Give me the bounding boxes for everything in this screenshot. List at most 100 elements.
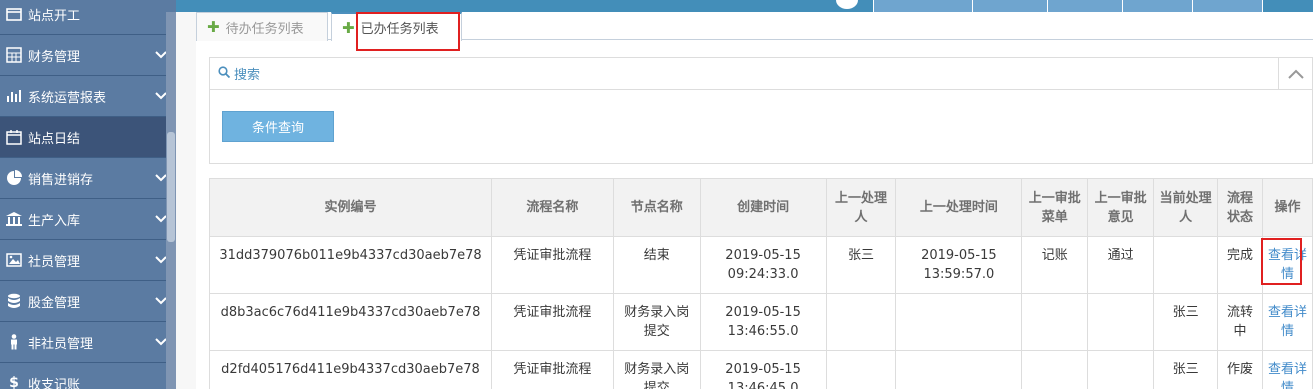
cell-prev-handler — [825, 293, 897, 351]
cell-created-time: 2019-05-15 13:46:55.0 — [699, 293, 827, 351]
cell-node-name: 财务录入岗提交 — [612, 350, 701, 389]
sidebar-item-label: 站点日结 — [28, 131, 81, 147]
search-panel: 搜索 条件查询 — [209, 57, 1313, 164]
header-button[interactable] — [1047, 0, 1122, 12]
cell-prev-time: 2019-05-15 13:59:57.0 — [895, 236, 1023, 294]
tab-completed-tasks[interactable]: ✚ 已办任务列表 — [331, 12, 462, 41]
cell-prev-menu — [1021, 293, 1089, 351]
sidebar-item-non-members[interactable]: 非社员管理 — [0, 322, 176, 363]
search-title: 搜索 — [234, 68, 261, 83]
task-table: 实例编号 流程名称 节点名称 创建时间 上一处理人 上一处理时间 上一审批菜单 … — [209, 178, 1313, 389]
header-button[interactable] — [1122, 0, 1192, 12]
header-button[interactable] — [1192, 0, 1262, 12]
cell-flow-name: 凭证审批流程 — [490, 293, 614, 351]
cell-status: 完成 — [1217, 236, 1263, 294]
sidebar-item-site-open[interactable]: 站点开工 — [0, 0, 176, 35]
column-header[interactable]: 实例编号 — [209, 178, 492, 237]
sidebar-scrollbar[interactable] — [166, 12, 176, 389]
sidebar: 站点开工 财务管理 系统运营报表 站点日结 销售进销存 生产入库 社员管理 股金… — [0, 0, 176, 389]
cell-instance-id: d8b3ac6c76d411e9b4337cd30aeb7e78 — [209, 293, 492, 351]
column-header[interactable]: 上一审批菜单 — [1021, 178, 1089, 237]
sidebar-item-label: 收支记账 — [28, 377, 81, 389]
column-header[interactable]: 流程状态 — [1217, 178, 1263, 237]
sidebar-item-sales-inventory[interactable]: 销售进销存 — [0, 158, 176, 199]
column-header[interactable]: 当前处理人 — [1153, 178, 1219, 237]
cell-flow-name: 凭证审批流程 — [490, 350, 614, 389]
user-avatar[interactable] — [822, 0, 874, 12]
sidebar-item-label: 非社员管理 — [28, 336, 94, 352]
table-row: d8b3ac6c76d411e9b4337cd30aeb7e78 凭证审批流程 … — [209, 293, 1313, 351]
sidebar-item-label: 财务管理 — [28, 49, 81, 65]
view-details-link[interactable]: 查看详情 — [1268, 305, 1307, 339]
cell-status: 作废 — [1217, 350, 1263, 389]
calculator-icon — [0, 47, 28, 63]
collapse-button[interactable] — [1278, 58, 1312, 90]
content-gutter — [176, 12, 196, 389]
cell-action: 查看详情 — [1262, 293, 1313, 351]
header-button[interactable] — [972, 0, 1047, 12]
cell-instance-id: d2fd405176d411e9b4337cd30aeb7e78 — [209, 350, 492, 389]
image-icon — [0, 253, 28, 267]
column-header[interactable]: 上一审批意见 — [1087, 178, 1155, 237]
column-header[interactable]: 节点名称 — [612, 178, 701, 237]
column-header[interactable]: 创建时间 — [699, 178, 827, 237]
cell-prev-menu: 记账 — [1021, 236, 1089, 294]
bar-chart-icon — [0, 89, 28, 103]
table-row: 31dd379076b011e9b4337cd30aeb7e78 凭证审批流程 … — [209, 236, 1313, 294]
sidebar-item-label: 系统运营报表 — [28, 90, 107, 106]
search-icon — [218, 65, 231, 82]
calendar-icon — [0, 129, 28, 145]
cell-current-handler: 张三 — [1153, 293, 1219, 351]
sidebar-item-label: 销售进销存 — [28, 172, 94, 188]
view-details-link[interactable]: 查看详情 — [1268, 248, 1307, 282]
column-header: 操作 — [1262, 178, 1313, 237]
sidebar-item-members[interactable]: 社员管理 — [0, 240, 176, 281]
calendar-icon — [0, 7, 28, 21]
cell-current-handler — [1153, 236, 1219, 294]
cell-prev-opinion — [1087, 350, 1155, 389]
sidebar-item-label: 站点开工 — [28, 8, 81, 24]
cell-prev-opinion: 通过 — [1087, 236, 1155, 294]
tab-bar: ✚ 待办任务列表 ✚ 已办任务列表 — [196, 12, 1313, 41]
cell-action: 查看详情 — [1262, 236, 1313, 294]
tab-label: 待办任务列表 — [225, 21, 304, 37]
cell-prev-handler — [825, 350, 897, 389]
sidebar-item-share-capital[interactable]: 股金管理 — [0, 281, 176, 322]
cell-node-name: 结束 — [612, 236, 701, 294]
tab-pending-tasks[interactable]: ✚ 待办任务列表 — [196, 12, 328, 41]
sidebar-item-label: 股金管理 — [28, 295, 81, 311]
sidebar-item-production-in[interactable]: 生产入库 — [0, 199, 176, 240]
cell-flow-name: 凭证审批流程 — [490, 236, 614, 294]
chevron-up-icon — [1287, 69, 1304, 79]
cell-prev-time — [895, 293, 1023, 351]
tab-label: 已办任务列表 — [360, 22, 439, 37]
sidebar-item-label: 社员管理 — [28, 254, 81, 270]
cell-created-time: 2019-05-15 09:24:33.0 — [699, 236, 827, 294]
sidebar-item-accounting[interactable]: $ 收支记账 — [0, 363, 176, 389]
cell-prev-opinion — [1087, 293, 1155, 351]
sidebar-scroll-thumb[interactable] — [167, 132, 175, 242]
header-button[interactable] — [873, 0, 972, 12]
column-header[interactable]: 上一处理人 — [825, 178, 897, 237]
pie-chart-icon — [0, 170, 28, 186]
sidebar-item-label: 生产入库 — [28, 213, 81, 229]
table-header-row: 实例编号 流程名称 节点名称 创建时间 上一处理人 上一处理时间 上一审批菜单 … — [209, 178, 1313, 237]
sidebar-item-finance[interactable]: 财务管理 — [0, 35, 176, 76]
query-button[interactable]: 条件查询 — [222, 111, 334, 142]
database-icon — [0, 293, 28, 309]
top-header — [176, 0, 1313, 12]
view-details-link[interactable]: 查看详情 — [1268, 362, 1307, 389]
cell-node-name: 财务录入岗提交 — [612, 293, 701, 351]
column-header[interactable]: 上一处理时间 — [895, 178, 1023, 237]
column-header[interactable]: 流程名称 — [490, 178, 614, 237]
sidebar-item-daily-settlement[interactable]: 站点日结 — [0, 117, 176, 158]
cell-current-handler: 张三 — [1153, 350, 1219, 389]
cell-instance-id: 31dd379076b011e9b4337cd30aeb7e78 — [209, 236, 492, 294]
table-row: d2fd405176d411e9b4337cd30aeb7e78 凭证审批流程 … — [209, 350, 1313, 389]
cell-created-time: 2019-05-15 13:46:45.0 — [699, 350, 827, 389]
header-button[interactable] — [1262, 0, 1313, 12]
cell-prev-time — [895, 350, 1023, 389]
plus-icon: ✚ — [207, 18, 220, 36]
search-header[interactable]: 搜索 — [210, 58, 1312, 90]
sidebar-item-reports[interactable]: 系统运营报表 — [0, 76, 176, 117]
